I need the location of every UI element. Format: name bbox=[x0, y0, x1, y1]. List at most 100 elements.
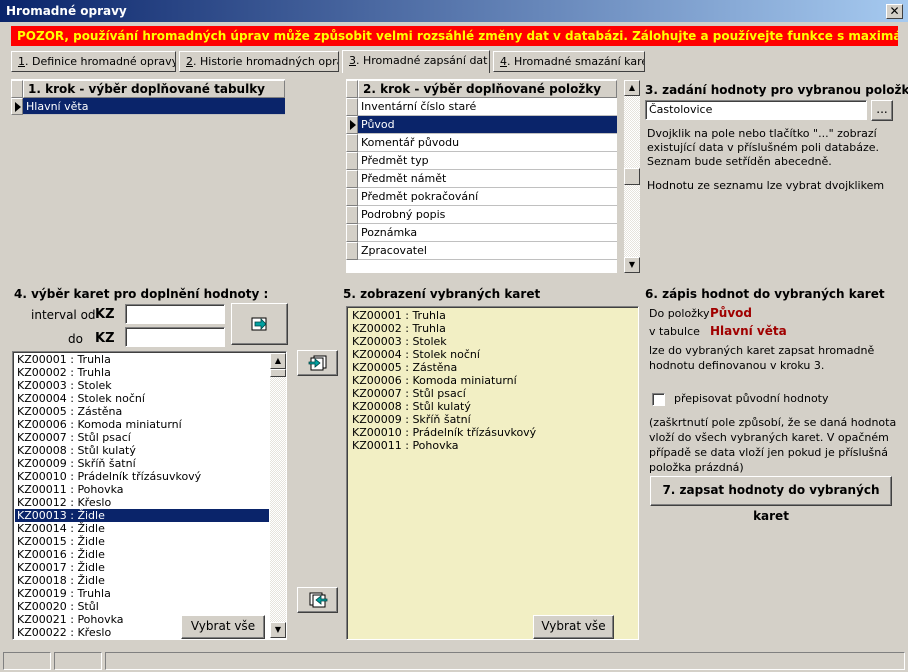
browse-button[interactable]: ... bbox=[871, 100, 893, 121]
arrow-right-icon bbox=[251, 317, 267, 330]
step6-title: 6. zápis hodnot do vybraných karet bbox=[645, 287, 885, 301]
step2-row-indicator bbox=[346, 152, 358, 170]
step3-title: 3. zadání hodnoty pro vybranou položku : bbox=[645, 83, 908, 97]
scroll-thumb[interactable] bbox=[624, 168, 640, 185]
step2-row-indicator bbox=[346, 98, 358, 116]
list-item[interactable]: KZ00001 : Truhla bbox=[15, 353, 269, 366]
list-item[interactable]: KZ00003 : Stolek bbox=[15, 379, 269, 392]
interval-to-input[interactable] bbox=[125, 327, 225, 347]
list-item[interactable]: KZ00015 : Židle bbox=[15, 535, 269, 548]
selected-cards-listbox[interactable]: KZ00001 : Truhla KZ00002 : Truhla KZ00003 … bbox=[346, 306, 639, 640]
row-arrow-icon bbox=[15, 102, 21, 112]
table-label: v tabulce bbox=[649, 325, 700, 338]
step5-title: 5. zobrazení vybraných karet bbox=[343, 287, 541, 301]
interval-to-label: do bbox=[68, 332, 83, 346]
arrow-left-multi-icon bbox=[309, 592, 327, 607]
list-item[interactable]: KZ00014 : Židle bbox=[15, 522, 269, 535]
step2-row[interactable]: Podrobný popis bbox=[358, 206, 617, 224]
step2-row[interactable]: Inventární číslo staré bbox=[358, 98, 617, 116]
step3-help: Dvojklik na pole nebo tlačítko "..." zob… bbox=[647, 127, 880, 168]
triangle-up-icon: ▲ bbox=[628, 83, 636, 92]
tab-historie[interactable]: 2. Historie hromadných oprav bbox=[179, 51, 339, 72]
remove-selected-button[interactable] bbox=[297, 587, 338, 613]
close-icon: ✕ bbox=[889, 4, 900, 18]
step2-row-indicator bbox=[346, 170, 358, 188]
list-item[interactable]: KZ00004 : Stolek noční bbox=[15, 392, 269, 405]
list-item[interactable]: KZ00006 : Komoda miniaturní bbox=[350, 374, 635, 387]
select-all-cards-button[interactable]: Vybrat vše bbox=[181, 615, 265, 639]
list-item[interactable]: KZ00008 : Stůl kulatý bbox=[350, 400, 635, 413]
step2-row[interactable]: Předmět pokračování bbox=[358, 188, 617, 206]
list-item[interactable]: KZ00010 : Prádelník třízásuvkový bbox=[15, 470, 269, 483]
step2-row[interactable]: Zpracovatel bbox=[358, 242, 617, 260]
field-value: Původ bbox=[710, 306, 752, 320]
list-item[interactable]: KZ00011 : Pohovka bbox=[15, 483, 269, 496]
triangle-down-icon: ▼ bbox=[274, 625, 282, 634]
value-input[interactable]: Častolovice bbox=[645, 100, 867, 120]
row-arrow-icon bbox=[350, 120, 356, 130]
cards-scroll-up[interactable]: ▲ bbox=[270, 353, 286, 369]
step2-row[interactable]: Komentář původu bbox=[358, 134, 617, 152]
select-all-selected-button[interactable]: Vybrat vše bbox=[533, 615, 614, 639]
cards-scroll-down[interactable]: ▼ bbox=[270, 622, 286, 638]
step2-row[interactable]: Předmět typ bbox=[358, 152, 617, 170]
overwrite-note: (zaškrtnutí pole způsobí, že se daná hod… bbox=[649, 416, 897, 474]
write-values-button[interactable]: 7. zapsat hodnoty do vybraných karet bbox=[650, 476, 892, 523]
status-panel-2 bbox=[54, 652, 102, 670]
step2-row-indicator bbox=[346, 206, 358, 224]
cards-scrollbar[interactable] bbox=[270, 353, 286, 638]
list-item[interactable]: KZ00005 : Zástěna bbox=[15, 405, 269, 418]
overwrite-checkbox[interactable] bbox=[652, 393, 665, 406]
step3-help-2: Hodnotu ze seznamu lze vybrat dvojklikem bbox=[647, 179, 885, 192]
list-item[interactable]: KZ00018 : Židle bbox=[15, 574, 269, 587]
list-item[interactable]: KZ00017 : Židle bbox=[15, 561, 269, 574]
step2-row-indicator bbox=[346, 224, 358, 242]
list-item[interactable]: KZ00007 : Stůl psací bbox=[15, 431, 269, 444]
step2-row-indicator bbox=[346, 134, 358, 152]
triangle-up-icon: ▲ bbox=[274, 356, 282, 365]
list-item[interactable]: KZ00002 : Truhla bbox=[15, 366, 269, 379]
step6-desc: lze do vybraných karet zapsat hromadně h… bbox=[649, 344, 875, 372]
cards-scroll-thumb[interactable] bbox=[270, 369, 286, 377]
list-item[interactable]: KZ00016 : Židle bbox=[15, 548, 269, 561]
list-item[interactable]: KZ00010 : Prádelník třízásuvkový bbox=[350, 426, 635, 439]
step2-row[interactable]: Původ bbox=[358, 116, 617, 134]
list-item[interactable]: KZ00002 : Truhla bbox=[350, 322, 635, 335]
list-item[interactable]: KZ00009 : Skříň šatní bbox=[15, 457, 269, 470]
list-item[interactable]: KZ00020 : Stůl bbox=[15, 600, 269, 613]
list-item[interactable]: KZ00009 : Skříň šatní bbox=[350, 413, 635, 426]
list-item[interactable]: KZ00003 : Stolek bbox=[350, 335, 635, 348]
window-title: Hromadné opravy bbox=[0, 0, 908, 22]
step1-row[interactable]: Hlavní věta bbox=[23, 98, 285, 115]
step2-header: 2. krok - výběr doplňované položky bbox=[358, 80, 617, 98]
list-item[interactable]: KZ00001 : Truhla bbox=[350, 309, 635, 322]
list-item[interactable]: KZ00005 : Zástěna bbox=[350, 361, 635, 374]
list-item[interactable]: KZ00012 : Křeslo bbox=[15, 496, 269, 509]
warning-banner: POZOR, používání hromadných úprav může z… bbox=[11, 26, 898, 46]
scroll-down-button[interactable]: ▼ bbox=[624, 257, 640, 273]
list-item[interactable]: KZ00019 : Truhla bbox=[15, 587, 269, 600]
status-panel-3 bbox=[105, 652, 905, 670]
cards-listbox[interactable]: KZ00001 : Truhla KZ00002 : Truhla KZ00003 … bbox=[12, 351, 287, 640]
close-button[interactable]: ✕ bbox=[886, 4, 903, 19]
step2-row-indicator bbox=[346, 242, 358, 260]
step1-header: 1. krok - výběr doplňované tabulky bbox=[23, 80, 285, 98]
step2-row[interactable]: Poznámka bbox=[358, 224, 617, 242]
list-item[interactable]: KZ00004 : Stolek noční bbox=[350, 348, 635, 361]
list-item[interactable]: KZ00013 : Židle bbox=[15, 509, 269, 522]
interval-from-input[interactable] bbox=[125, 304, 225, 324]
step2-row[interactable]: Předmět námět bbox=[358, 170, 617, 188]
tab-smazani[interactable]: 4. Hromadné smazání karet bbox=[493, 51, 645, 72]
list-item[interactable]: KZ00008 : Stůl kulatý bbox=[15, 444, 269, 457]
add-selected-button[interactable] bbox=[297, 350, 338, 376]
tab-definice[interactable]: 1. Definice hromadné opravy bbox=[11, 51, 176, 72]
tab-zapsani[interactable]: 3. Hromadné zapsání dat bbox=[342, 50, 490, 73]
scroll-up-button[interactable]: ▲ bbox=[624, 80, 640, 96]
list-item[interactable]: KZ00006 : Komoda miniaturní bbox=[15, 418, 269, 431]
overwrite-label: přepisovat původní hodnoty bbox=[674, 392, 829, 405]
table-value: Hlavní věta bbox=[710, 324, 787, 338]
list-item[interactable]: KZ00011 : Pohovka bbox=[350, 439, 635, 452]
list-item[interactable]: KZ00007 : Stůl psací bbox=[350, 387, 635, 400]
step2-row-indicator bbox=[346, 188, 358, 206]
apply-interval-button[interactable] bbox=[231, 303, 288, 345]
